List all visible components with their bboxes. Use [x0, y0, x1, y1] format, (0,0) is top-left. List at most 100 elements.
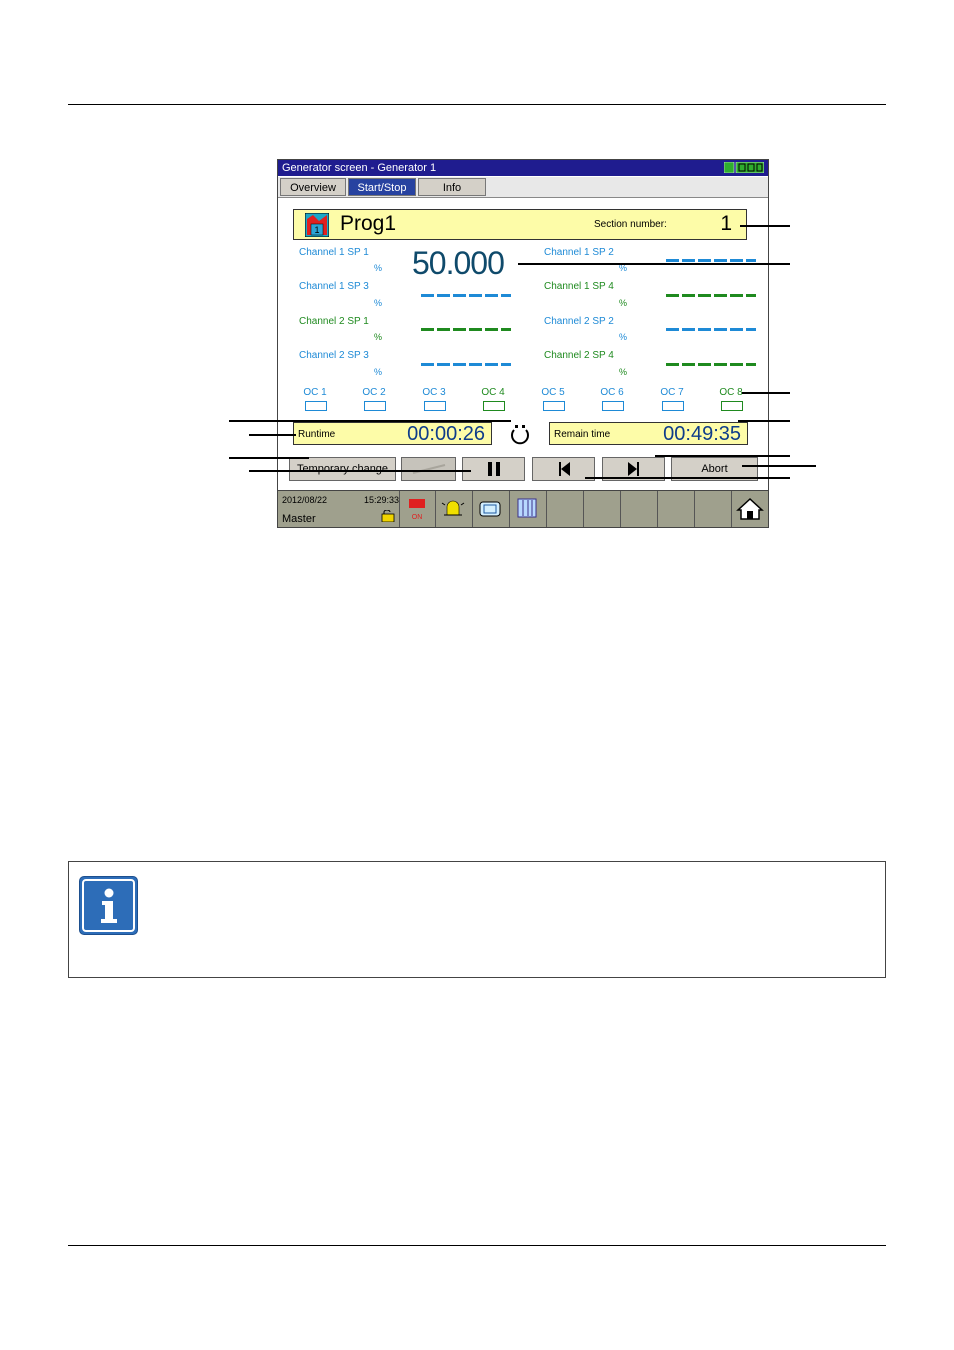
recording-button[interactable]: ON — [399, 491, 435, 527]
title-bar: Generator screen - Generator 1 — [278, 160, 768, 176]
channel-label: Channel 1 SP 3 — [299, 281, 369, 292]
control-contact-switch-icon — [602, 401, 624, 411]
bargraph-button[interactable] — [509, 491, 545, 527]
channel-unit: % — [619, 367, 628, 377]
control-contact-label: OC 2 — [362, 387, 386, 398]
tab-overview[interactable]: Overview — [280, 178, 346, 196]
callout-line — [229, 457, 309, 459]
channel-value-dashes — [421, 328, 511, 331]
status-date: 2012/08/22 — [282, 495, 328, 505]
channel-unit: % — [619, 332, 628, 342]
status-user: Master — [282, 513, 316, 525]
memory-button[interactable] — [472, 491, 508, 527]
runtime-value: 00:00:26 — [407, 423, 485, 445]
channel-value-large: 50.000 — [412, 245, 505, 281]
channel-value-dashes — [666, 328, 756, 331]
callout-line — [249, 434, 296, 436]
callout-line — [249, 470, 471, 472]
status-time: 15:29:33 — [364, 495, 400, 505]
chart-icon — [517, 498, 537, 518]
callout-line — [742, 465, 816, 467]
program-name: Prog1 — [340, 212, 397, 235]
channel-value-dashes — [666, 259, 756, 262]
control-contact-label: OC 5 — [541, 387, 565, 398]
section-number-label: Section number: — [594, 219, 667, 230]
control-contact-switch-icon — [662, 401, 684, 411]
control-contact-switch-icon — [543, 401, 565, 411]
control-contact-label: OC 4 — [481, 387, 505, 398]
callout-line — [518, 263, 790, 265]
control-contact-label: OC 6 — [600, 387, 624, 398]
channel-value-dashes — [666, 294, 756, 297]
info-icon — [80, 877, 137, 934]
callout-line — [742, 392, 790, 394]
tab-start-stop[interactable]: Start/Stop — [348, 178, 416, 196]
channel-unit: % — [374, 263, 383, 273]
callout-line — [740, 225, 790, 227]
pause-icon — [487, 462, 500, 476]
channel-unit: % — [374, 298, 383, 308]
recording-on-icon: ON — [409, 499, 425, 521]
control-contact-label: OC 8 — [719, 387, 743, 398]
section-number-value: 1 — [720, 212, 732, 235]
empty-button-1[interactable] — [546, 491, 582, 527]
callout-line — [229, 420, 511, 422]
home-icon — [736, 497, 764, 520]
empty-button-4[interactable] — [657, 491, 693, 527]
remain-time-panel: Remain time 00:49:35 — [549, 422, 748, 445]
remain-time-label: Remain time — [554, 429, 611, 440]
channel-label: Channel 2 SP 2 — [544, 316, 614, 327]
home-button[interactable] — [731, 491, 768, 527]
repeat-cycle-icon — [511, 425, 529, 445]
callout-line — [738, 420, 790, 422]
control-contact-label: OC 7 — [660, 387, 684, 398]
temporary-change-button[interactable]: Temporary change — [289, 457, 396, 481]
pencil-icon — [412, 464, 445, 474]
runtime-panel: Runtime 00:00:26 — [293, 422, 492, 445]
channel-value-dashes — [666, 363, 756, 366]
window-title: Generator screen - Generator 1 — [282, 162, 437, 174]
next-section-icon — [627, 462, 639, 476]
channel-unit: % — [374, 332, 383, 342]
callout-line — [655, 455, 790, 457]
channel-value-dashes — [421, 294, 511, 297]
alarm-bell-icon — [441, 500, 465, 516]
info-note-box — [68, 861, 886, 978]
channel-label: Channel 1 SP 1 — [299, 247, 369, 258]
lock-icon — [381, 510, 395, 522]
callout-line — [585, 477, 790, 479]
control-contact-switch-icon — [483, 401, 505, 411]
tab-bar: Overview Start/Stop Info — [278, 177, 768, 198]
channel-unit: % — [619, 298, 628, 308]
channel-label: Channel 1 SP 4 — [544, 281, 614, 292]
control-contact-switch-icon — [364, 401, 386, 411]
footer-rule — [68, 1245, 886, 1246]
tab-info[interactable]: Info — [418, 178, 486, 196]
control-contact-switch-icon — [305, 401, 327, 411]
channel-label: Channel 2 SP 3 — [299, 350, 369, 361]
control-contact-switch-icon — [424, 401, 446, 411]
pause-button[interactable] — [462, 457, 525, 481]
svg-text:1: 1 — [314, 225, 319, 235]
control-contact-label: OC 1 — [303, 387, 327, 398]
channel-label: Channel 2 SP 1 — [299, 316, 369, 327]
recording-label: ON — [412, 514, 423, 521]
edit-button-disabled[interactable] — [401, 457, 456, 481]
memory-card-icon — [479, 501, 501, 517]
runtime-label: Runtime — [298, 429, 336, 440]
program-icon: 1 — [305, 213, 329, 237]
program-panel: 1 Prog1 Section number: 1 — [293, 209, 747, 240]
status-indicator-icon — [724, 162, 764, 173]
empty-button-3[interactable] — [620, 491, 656, 527]
header-rule — [68, 104, 886, 105]
status-bar: 2012/08/22 15:29:33 Master ON — [278, 490, 768, 527]
empty-button-5[interactable] — [694, 491, 730, 527]
channel-label: Channel 1 SP 2 — [544, 247, 614, 258]
remain-time-value: 00:49:35 — [663, 423, 741, 445]
control-contact-label: OC 3 — [422, 387, 446, 398]
previous-section-icon — [558, 462, 570, 476]
empty-button-2[interactable] — [583, 491, 619, 527]
alarm-button[interactable] — [435, 491, 471, 527]
channel-value-dashes — [421, 363, 511, 366]
channel-label: Channel 2 SP 4 — [544, 350, 614, 361]
